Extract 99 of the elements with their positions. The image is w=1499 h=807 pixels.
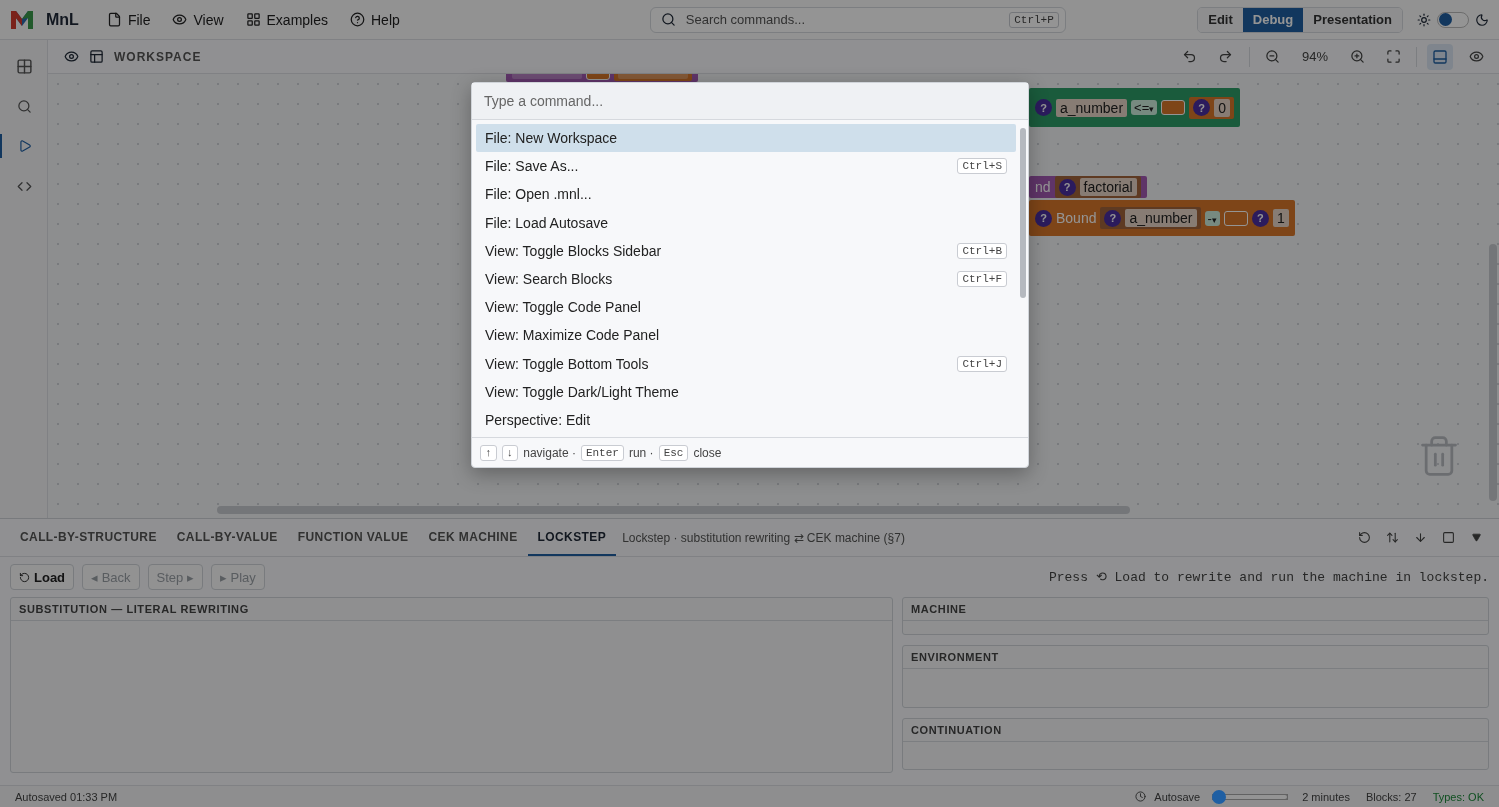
arrows-icon [1385, 531, 1399, 544]
panel-tab[interactable]: CALL-BY-VALUE [166, 519, 288, 556]
hint-label: run · [628, 445, 654, 460]
file-icon [106, 12, 122, 27]
panel-tab[interactable]: CALL-BY-STRUCTURE [10, 519, 167, 556]
shortcut-key: Ctrl+S [957, 158, 1007, 175]
workspace-title: WORKSPACE [114, 49, 202, 64]
arrow-down-icon [1413, 531, 1427, 544]
command-item[interactable]: File: New Workspace [476, 124, 1016, 153]
operator-dropdown[interactable]: <=▾ [1131, 100, 1158, 115]
shortcut-key: Ctrl+P [1009, 11, 1059, 28]
eye-icon [64, 49, 79, 64]
step-control-button[interactable]: Load [10, 564, 75, 590]
search-icon [17, 98, 32, 114]
undo-icon [1182, 49, 1198, 64]
panel-title: MACHINE [911, 603, 967, 615]
autosave-label: Autosave [1154, 790, 1201, 803]
menu-button[interactable]: Examples [237, 7, 336, 32]
block-value: a_number [1056, 98, 1128, 117]
command-item[interactable]: File: Load Autosave [476, 208, 1016, 237]
reload-icon [19, 571, 30, 583]
key-hint: ↑ [480, 444, 497, 461]
caret-icon [1471, 533, 1481, 542]
logo-icon [10, 8, 34, 31]
play-icon [17, 139, 32, 153]
grid-icon [16, 57, 33, 75]
block-value: factorial [1079, 178, 1137, 196]
help-badge: ? [1035, 99, 1052, 116]
help-badge: ? [1251, 209, 1269, 227]
perspective-tab[interactable]: Debug [1242, 7, 1304, 32]
command-item[interactable]: View: Toggle Code Panel [476, 293, 1016, 322]
theme-toggle[interactable] [1437, 11, 1469, 28]
key-hint: Esc [658, 444, 689, 461]
help-icon [350, 12, 365, 27]
key-hint: ↓ [501, 444, 519, 461]
autosave-status: Autosaved 01:33 PM [15, 790, 118, 803]
help-badge: ? [1058, 178, 1076, 196]
hint-label: close [693, 445, 722, 460]
search-box[interactable]: Search commands... Ctrl+P [649, 6, 1066, 33]
menu-button[interactable]: View [164, 7, 232, 32]
block-value: a_number [1125, 209, 1197, 227]
command-item[interactable]: File: Save As... Ctrl+S [476, 152, 1016, 181]
command-item[interactable]: View: Toggle Dark/Light Theme [476, 377, 1016, 406]
panel-tab[interactable]: LOCKSTEP [527, 519, 617, 556]
command-item[interactable]: View: Search Blocks Ctrl+F [476, 264, 1016, 294]
key-hint: Enter [580, 444, 624, 461]
menu-button[interactable]: File [98, 7, 159, 32]
block-label: Bound [1056, 210, 1097, 226]
operator-dropdown[interactable]: -▾ [1204, 210, 1220, 226]
eye-icon [172, 12, 188, 27]
panel-title: CONTINUATION [911, 724, 1002, 736]
perspective-tab[interactable]: Edit [1198, 7, 1243, 32]
shortcut-key: Ctrl+J [957, 355, 1007, 372]
empty-slot [1161, 100, 1186, 115]
command-item[interactable]: Perspective: Edit [476, 405, 1016, 435]
bottom-panel-button[interactable] [1427, 43, 1453, 70]
command-item[interactable]: View: Maximize Code Panel [476, 321, 1016, 350]
hint-message: Press ⟲ Load to rewrite and run the machine in lockstep. [1048, 569, 1489, 585]
grid-icon [245, 12, 261, 27]
panel-title: SUBSTITUTION — LITERAL REWRITING [19, 603, 249, 615]
panel-icon [1432, 48, 1448, 65]
search-icon [660, 12, 676, 27]
panel-tab[interactable]: CEK MACHINE [418, 519, 528, 556]
panel-icon [89, 49, 104, 64]
perspective-tab[interactable]: Presentation [1303, 7, 1402, 32]
shortcut-key: Ctrl+B [957, 242, 1007, 259]
eye-icon [1468, 49, 1484, 64]
block-value: 1 [1272, 209, 1289, 227]
command-input[interactable]: Type a command... [472, 83, 1028, 120]
sun-icon [1417, 12, 1431, 27]
help-badge: ? [1035, 209, 1052, 227]
tab-description: Lockstep · substitution rewriting ⇄ CEK machine (§7) [622, 530, 905, 545]
block-label: nd [1035, 179, 1051, 195]
moon-icon [1475, 12, 1489, 27]
shortcut-key: Ctrl+F [957, 271, 1007, 288]
hint-label: navigate · [523, 445, 576, 460]
zoom-out-icon [1265, 49, 1281, 64]
command-item[interactable]: File: Open .mnl... [476, 180, 1016, 209]
reset-icon [1357, 531, 1371, 544]
zoom-level: 94% [1301, 49, 1328, 64]
square-icon [1441, 531, 1455, 544]
fullscreen-icon [1385, 49, 1401, 64]
zoom-in-icon [1349, 49, 1365, 64]
panel-title: ENVIRONMENT [911, 651, 999, 663]
search-input[interactable]: Search commands... [683, 11, 1002, 28]
clock-icon [1135, 791, 1147, 802]
menu-button[interactable]: Help [342, 7, 408, 32]
type-status: Types: OK [1432, 790, 1484, 803]
block-count: Blocks: 27 [1365, 790, 1417, 803]
redo-icon [1218, 49, 1234, 64]
panel-tab[interactable]: FUNCTION VALUE [287, 519, 419, 556]
app-name: MnL [46, 10, 79, 29]
command-item[interactable]: View: Toggle Bottom Tools Ctrl+J [476, 349, 1016, 378]
interval-text: 2 minutes [1302, 790, 1350, 803]
empty-slot [1223, 210, 1248, 226]
block-value: 0 [1214, 98, 1231, 117]
help-badge: ? [1193, 99, 1211, 116]
command-item[interactable]: View: Toggle Blocks Sidebar Ctrl+B [476, 236, 1016, 265]
help-badge: ? [1104, 209, 1122, 227]
